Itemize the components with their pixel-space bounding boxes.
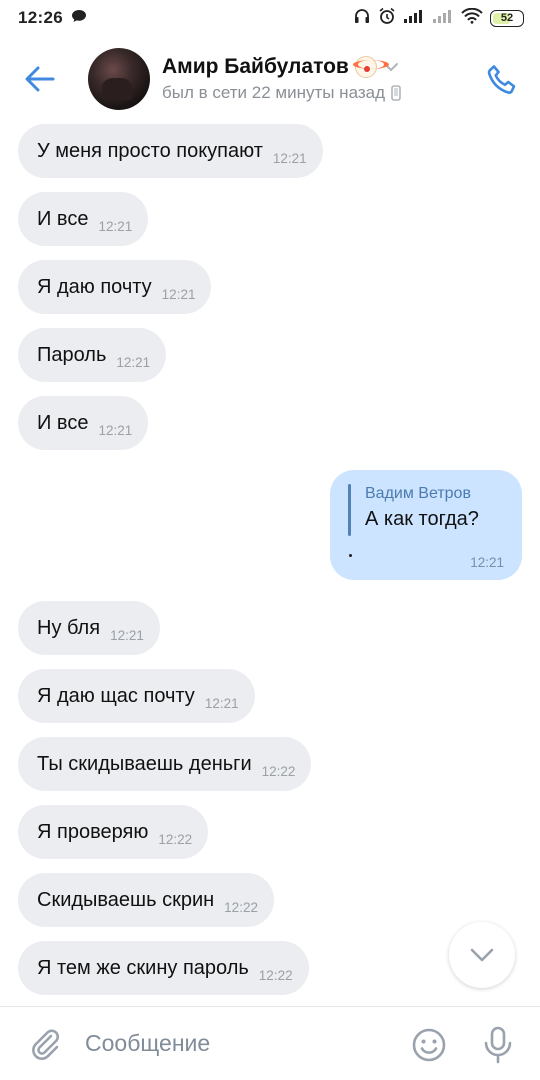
arrow-left-icon (25, 66, 55, 92)
message-bubble[interactable]: Ну бля 12:21 (18, 601, 160, 655)
alarm-icon (378, 7, 396, 30)
back-button[interactable] (0, 36, 80, 122)
message-time: 12:21 (161, 286, 196, 302)
reply-author[interactable]: Вадим Ветров (365, 485, 504, 503)
message-text: И все (37, 411, 89, 434)
message-text: Я даю почту (37, 275, 152, 298)
outgoing-message-bubble[interactable]: Вадим Ветров А как тогда? 12:21 (330, 470, 522, 580)
message-bubble[interactable]: Я проверяю 12:22 (18, 805, 209, 859)
message-time: 12:21 (116, 354, 151, 370)
message-time: 12:21 (98, 218, 133, 234)
message-time: 12:22 (224, 899, 258, 915)
voice-message-button[interactable] (478, 1025, 518, 1065)
battery-indicator: 52 (490, 9, 524, 27)
signal-icon (403, 8, 425, 29)
scroll-to-bottom-button[interactable] (449, 922, 515, 988)
message-bubble[interactable]: И все 12:21 (18, 396, 149, 450)
message-time: 12:21 (272, 150, 307, 166)
signal-secondary-icon (432, 8, 454, 29)
message-text: Ну бля (37, 616, 101, 639)
message-bubble[interactable]: Ты скидываешь деньги 12:22 (18, 737, 312, 791)
status-time: 12:26 (18, 8, 63, 27)
message-bubble[interactable]: Я тем же скину пароль 12:22 (18, 941, 309, 995)
call-button[interactable] (480, 58, 524, 102)
messages-list[interactable]: У меня просто покупают 12:21 И все 12:21… (0, 122, 540, 1006)
phone-icon (487, 65, 516, 94)
message-bubble[interactable]: Пароль 12:21 (18, 328, 167, 382)
message-time: 12:22 (258, 967, 293, 983)
mobile-device-icon (391, 85, 401, 101)
message-text: Я даю щас почту (37, 684, 195, 707)
chat-notification-icon (71, 8, 87, 28)
peer-name: Амир Байбулатов (162, 55, 349, 78)
message-text: Пароль (37, 343, 107, 366)
chat-header: Амир Байбулатов был в сети 22 минуты наз… (0, 36, 540, 122)
message-time: 12:21 (204, 695, 239, 711)
message-bubble[interactable]: Я даю щас почту 12:21 (18, 669, 255, 723)
message-bubble[interactable]: И все 12:21 (18, 192, 149, 246)
peer-status: был в сети 22 минуты назад (162, 83, 386, 102)
message-text: Скидываешь скрин (37, 888, 215, 911)
status-bar: 12:26 52 (0, 0, 540, 36)
wifi-icon (461, 7, 483, 29)
message-time: 12:21 (98, 422, 133, 438)
message-time: 12:21 (110, 627, 144, 643)
message-time: 12:21 (470, 555, 504, 570)
message-time: 12:22 (261, 763, 296, 779)
dot-mark (349, 554, 352, 557)
message-time: 12:22 (158, 831, 193, 847)
smile-icon (412, 1028, 446, 1062)
chevron-down-icon (470, 948, 494, 962)
emoji-button[interactable] (409, 1025, 449, 1065)
message-text: Я проверяю (37, 820, 149, 843)
message-text: Ты скидываешь деньги (37, 752, 252, 775)
microphone-icon (484, 1026, 512, 1064)
peer-info[interactable]: Амир Байбулатов был в сети 22 минуты наз… (162, 55, 401, 103)
message-bubble[interactable]: Скидываешь скрин 12:22 (18, 873, 274, 927)
reply-quote-text: А как тогда? (365, 508, 479, 530)
avatar[interactable] (88, 48, 150, 110)
clown-emoji-icon (352, 56, 389, 78)
message-composer (0, 1006, 540, 1080)
message-text: И все (37, 207, 89, 230)
reply-quote-bar (348, 484, 351, 536)
message-text: У меня просто покупают (37, 139, 263, 162)
paperclip-icon (32, 1029, 59, 1060)
message-text: Я тем же скину пароль (37, 956, 249, 979)
attach-button[interactable] (20, 1026, 70, 1062)
headphones-icon (353, 7, 371, 30)
message-bubble[interactable]: Я даю почту 12:21 (18, 260, 212, 314)
message-input[interactable] (85, 1030, 385, 1057)
message-bubble[interactable]: У меня просто покупают 12:21 (18, 124, 323, 178)
